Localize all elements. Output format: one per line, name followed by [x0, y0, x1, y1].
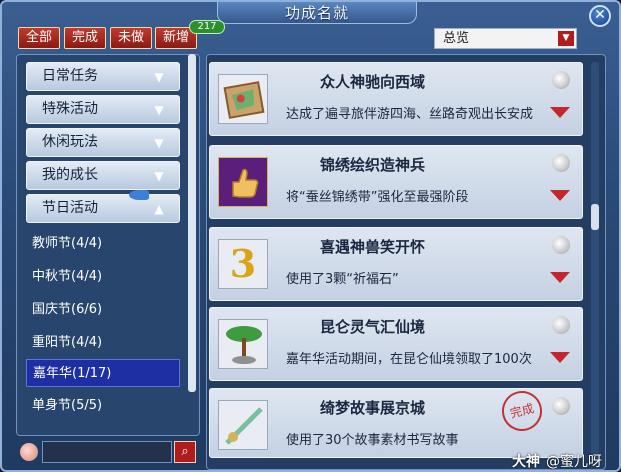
- peach-icon: [552, 71, 570, 89]
- watermark: 大神 @蜜儿呀: [512, 451, 602, 470]
- sidebar-subitem-mid-autumn[interactable]: 中秋节(4/4): [26, 263, 180, 291]
- search-button[interactable]: ⌕: [174, 441, 196, 463]
- chevron-down-icon: ▼: [558, 31, 574, 46]
- chevron-down-icon: ▼: [154, 136, 164, 150]
- achievement-description: 将“蚕丝锦绣带”强化至最强阶段: [286, 190, 469, 205]
- filter-all-button[interactable]: 全部: [18, 27, 60, 49]
- category-select[interactable]: 总览 ▼: [434, 28, 577, 49]
- achievement-description: 嘉年华活动期间，在昆仑仙境领取了100次: [286, 352, 532, 367]
- watermark-user: @蜜儿呀: [546, 454, 602, 470]
- sidebar-item-label: 我的成长: [42, 167, 98, 183]
- watermark-brand: 大神: [512, 454, 540, 470]
- sidebar-item-label: 休闲玩法: [42, 134, 98, 150]
- achievement-window: 功成名就 ✕ 全部 完成 未做 新增 217 总览 ▼ 日常任务 ▼ 特殊活动 …: [0, 0, 621, 472]
- achievement-title: 锦绣绘织造神兵: [320, 156, 426, 174]
- sidebar-item-label: 特殊活动: [42, 101, 98, 117]
- achievement-title: 昆仑灵气汇仙境: [320, 318, 426, 336]
- filter-notdone-button[interactable]: 未做: [110, 27, 152, 49]
- completed-stamp-label: 完成: [508, 401, 536, 421]
- green-tree-icon: [218, 319, 268, 369]
- list-scrollbar-thumb[interactable]: [591, 204, 599, 230]
- fish-icon: [129, 190, 149, 200]
- category-select-value: 总览: [443, 31, 470, 46]
- expand-triangle-icon[interactable]: [550, 190, 570, 201]
- chevron-down-icon: ▼: [154, 169, 164, 183]
- number-three-icon: 3: [218, 239, 268, 289]
- chevron-down-icon: ▼: [154, 70, 164, 84]
- achievement-title: 绮梦故事展京城: [320, 399, 426, 417]
- sidebar-subitem-carnival[interactable]: 嘉年华(1/17): [26, 359, 180, 387]
- scroll-map-icon: [218, 74, 268, 124]
- close-icon: ✕: [594, 7, 606, 23]
- jade-sword-icon: [218, 400, 268, 450]
- thumbs-up-icon: [218, 157, 268, 207]
- achievement-title: 喜遇神兽笑开怀: [320, 238, 426, 256]
- achievement-card[interactable]: 昆仑灵气汇仙境 嘉年华活动期间，在昆仑仙境领取了100次: [209, 307, 583, 381]
- sidebar-item-growth[interactable]: 我的成长 ▼: [26, 161, 180, 190]
- close-button[interactable]: ✕: [589, 5, 611, 27]
- sidebar-subitem-teachers-day[interactable]: 教师节(4/4): [26, 230, 180, 258]
- sidebar-scrollbar[interactable]: [188, 54, 196, 392]
- sidebar-item-special[interactable]: 特殊活动 ▼: [26, 95, 180, 124]
- achievement-title: 众人神驰向西域: [320, 73, 426, 91]
- achievement-description: 使用了30个故事素材书写故事: [286, 433, 459, 448]
- chevron-down-icon: ▼: [154, 103, 164, 117]
- sidebar-subitem-national-day[interactable]: 国庆节(6/6): [26, 296, 180, 324]
- window-titlebar: 功成名就: [217, 2, 417, 24]
- achievement-card[interactable]: 锦绣绘织造神兵 将“蚕丝锦绣带”强化至最强阶段: [209, 145, 583, 219]
- expand-triangle-icon[interactable]: [550, 272, 570, 283]
- achievement-card[interactable]: 3 喜遇神兽笑开怀 使用了3颗“祈福石”: [209, 227, 583, 301]
- peach-icon: [552, 236, 570, 254]
- new-count-badge: 217: [189, 20, 225, 34]
- sidebar-item-label: 日常任务: [42, 68, 98, 84]
- search-input[interactable]: [42, 441, 172, 463]
- sidebar: 日常任务 ▼ 特殊活动 ▼ 休闲玩法 ▼ 我的成长 ▼ 节日活动 ▲ 教师节(4…: [16, 54, 200, 436]
- list-scrollbar[interactable]: [591, 62, 599, 462]
- chevron-up-icon: ▲: [154, 202, 164, 216]
- peach-icon: [20, 443, 38, 461]
- sidebar-item-festival[interactable]: 节日活动 ▲: [26, 194, 180, 223]
- expand-triangle-icon[interactable]: [550, 352, 570, 363]
- achievement-description: 使用了3颗“祈福石”: [286, 272, 399, 287]
- sidebar-item-label: 节日活动: [42, 200, 98, 216]
- sidebar-item-leisure[interactable]: 休闲玩法 ▼: [26, 128, 180, 157]
- window-title: 功成名就: [284, 4, 349, 22]
- achievement-description: 达成了遍寻旅伴游四海、丝路奇观出长安成: [286, 107, 534, 122]
- achievement-card[interactable]: 众人神驰向西域 达成了遍寻旅伴游四海、丝路奇观出长安成: [209, 62, 583, 136]
- filter-completed-button[interactable]: 完成: [64, 27, 106, 49]
- peach-icon: [552, 154, 570, 172]
- peach-icon: [552, 397, 570, 415]
- number-three-glyph: 3: [229, 241, 257, 286]
- sidebar-subitem-singles-day[interactable]: 单身节(5/5): [26, 392, 180, 420]
- sidebar-item-daily[interactable]: 日常任务 ▼: [26, 62, 180, 91]
- search-icon: ⌕: [181, 444, 189, 459]
- peach-icon: [552, 316, 570, 334]
- expand-triangle-icon[interactable]: [550, 107, 570, 118]
- sidebar-subitem-double-ninth[interactable]: 重阳节(4/4): [26, 329, 180, 357]
